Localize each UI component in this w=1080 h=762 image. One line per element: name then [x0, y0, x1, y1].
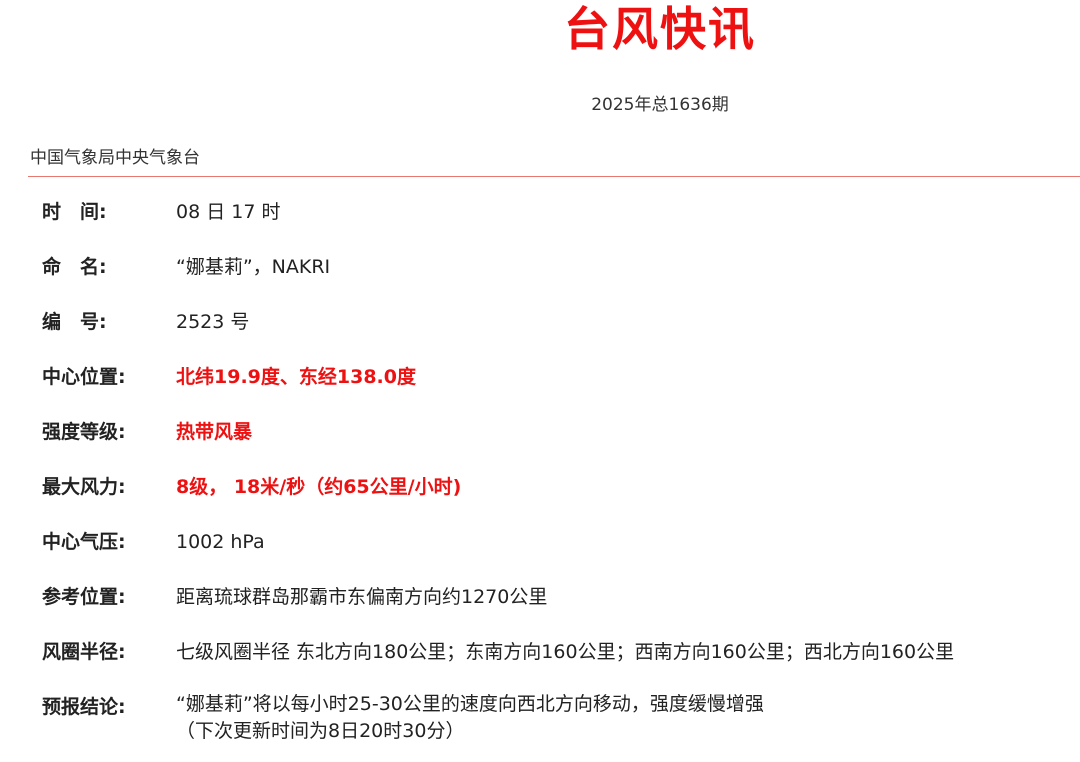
field-number: 编 号: 2523 号 [42, 306, 1072, 361]
field-pressure: 中心气压: 1002 hPa [42, 526, 1072, 581]
page-title: 台风快讯 [564, 2, 756, 56]
field-label: 最大风力: [42, 476, 126, 498]
field-max-wind: 最大风力: 8级， 18米/秒（约65公里/小时) [42, 471, 1072, 526]
field-value: 热带风暴 [176, 421, 253, 443]
header-divider [28, 176, 1080, 177]
field-time: 时 间: 08 日 17 时 [42, 196, 1072, 251]
field-label: 预报结论: [42, 696, 126, 718]
field-forecast: 预报结论: “娜基莉”将以每小时25-30公里的速度向西北方向移动，强度缓慢增强… [42, 691, 1072, 746]
field-value: 七级风圈半径 东北方向180公里；东南方向160公里；西南方向160公里；西北方… [176, 641, 955, 663]
forecast-line: “娜基莉”将以每小时25-30公里的速度向西北方向移动，强度缓慢增强 [176, 693, 764, 715]
field-label: 参考位置: [42, 586, 126, 608]
field-value: 08 日 17 时 [176, 201, 281, 223]
agency-name: 中国气象局中央气象台 [30, 148, 200, 168]
field-intensity: 强度等级: 热带风暴 [42, 416, 1072, 471]
bulletin-fields: 时 间: 08 日 17 时 命 名: “娜基莉”，NAKRI 编 号: 252… [42, 196, 1072, 746]
field-label: 强度等级: [42, 421, 126, 443]
field-value: 1002 hPa [176, 531, 265, 553]
field-wind-radius: 风圈半径: 七级风圈半径 东北方向180公里；东南方向160公里；西南方向160… [42, 636, 1072, 691]
field-value: “娜基莉”，NAKRI [176, 256, 331, 278]
field-value: 距离琉球群岛那霸市东偏南方向约1270公里 [176, 586, 548, 608]
field-label: 中心位置: [42, 366, 126, 388]
field-value: “娜基莉”将以每小时25-30公里的速度向西北方向移动，强度缓慢增强 （下次更新… [176, 691, 764, 745]
field-label: 命 名: [42, 256, 107, 278]
field-value: 8级， 18米/秒（约65公里/小时) [176, 476, 462, 498]
field-center-position: 中心位置: 北纬19.9度、东经138.0度 [42, 361, 1072, 416]
field-value: 北纬19.9度、东经138.0度 [176, 366, 416, 388]
field-label: 风圈半径: [42, 641, 126, 663]
forecast-next-update: （下次更新时间为8日20时30分） [176, 720, 465, 742]
field-value: 2523 号 [176, 311, 250, 333]
field-label: 时 间: [42, 201, 107, 223]
field-name: 命 名: “娜基莉”，NAKRI [42, 251, 1072, 306]
field-label: 中心气压: [42, 531, 126, 553]
field-label: 编 号: [42, 311, 107, 333]
field-reference-position: 参考位置: 距离琉球群岛那霸市东偏南方向约1270公里 [42, 581, 1072, 636]
issue-number: 2025年总1636期 [591, 95, 729, 115]
